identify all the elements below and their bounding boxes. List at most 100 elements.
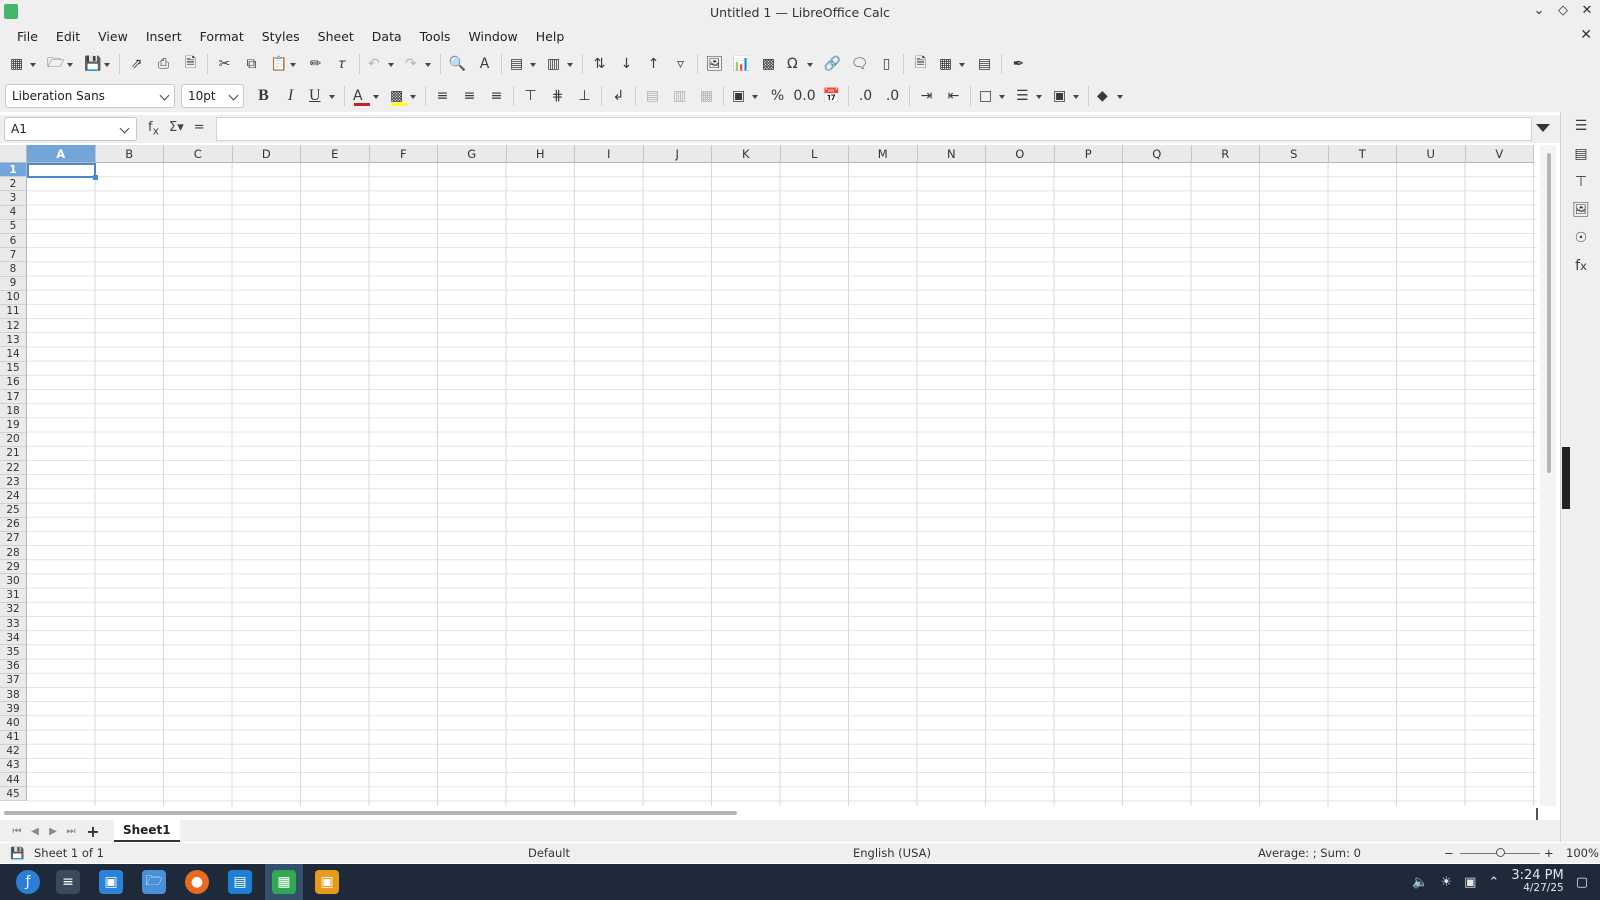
menu-insert[interactable]: Insert: [137, 29, 191, 44]
column-header-c[interactable]: C: [164, 145, 233, 163]
column-header-k[interactable]: K: [712, 145, 781, 163]
row-header-13[interactable]: 13: [0, 333, 27, 348]
font-name-box[interactable]: Liberation Sans: [5, 84, 175, 108]
increase-indent-icon[interactable]: ⇥: [913, 84, 940, 108]
zoom-in-icon[interactable]: +: [1544, 846, 1554, 860]
navigator-icon[interactable]: ☉: [1561, 224, 1600, 252]
row-header-8[interactable]: 8: [0, 262, 27, 277]
maximize-icon[interactable]: ◇: [1556, 3, 1570, 18]
copy-icon[interactable]: ⧉: [238, 52, 265, 76]
column-header-l[interactable]: L: [780, 145, 849, 163]
column-header-d[interactable]: D: [232, 145, 301, 163]
first-sheet-icon[interactable]: ⏮: [8, 826, 26, 837]
column-header-q[interactable]: Q: [1123, 145, 1192, 163]
spelling-icon[interactable]: A: [471, 52, 498, 76]
sort-icon[interactable]: ⇅: [586, 52, 613, 76]
horizontal-scrollbar[interactable]: [0, 806, 1540, 820]
merge-cells-icon[interactable]: ▥: [666, 84, 693, 108]
column-header-s[interactable]: S: [1260, 145, 1329, 163]
undo-icon[interactable]: ↶: [363, 52, 400, 76]
open-icon[interactable]: 🗁: [42, 52, 79, 76]
menu-tools[interactable]: Tools: [411, 29, 460, 44]
row-header-7[interactable]: 7: [0, 248, 27, 263]
save-icon[interactable]: 💾: [79, 52, 116, 76]
cell-area[interactable]: [27, 163, 1537, 806]
sort-descending-icon[interactable]: ↑: [640, 52, 667, 76]
column-header-j[interactable]: J: [643, 145, 712, 163]
zoom-out-icon[interactable]: −: [1444, 846, 1454, 860]
add-decimal-icon[interactable]: .0: [852, 84, 879, 108]
export-pdf-icon[interactable]: ⇗: [123, 52, 150, 76]
row-header-40[interactable]: 40: [0, 716, 27, 731]
row-header-16[interactable]: 16: [0, 375, 27, 390]
column-header-a[interactable]: A: [27, 145, 96, 163]
row-header-4[interactable]: 4: [0, 205, 27, 220]
row-header-9[interactable]: 9: [0, 276, 27, 291]
column-header-u[interactable]: U: [1397, 145, 1466, 163]
show-draw-functions-icon[interactable]: ✒: [1005, 52, 1032, 76]
column-header-g[interactable]: G: [438, 145, 507, 163]
row-header-10[interactable]: 10: [0, 290, 27, 305]
new-spreadsheet-icon[interactable]: ▦: [5, 52, 42, 76]
row-header-26[interactable]: 26: [0, 517, 27, 532]
row-header-42[interactable]: 42: [0, 744, 27, 759]
row-header-25[interactable]: 25: [0, 503, 27, 518]
menu-edit[interactable]: Edit: [47, 29, 89, 44]
menu-help[interactable]: Help: [527, 29, 574, 44]
row-header-45[interactable]: 45: [0, 787, 27, 802]
hyperlink-icon[interactable]: 🔗: [819, 52, 846, 76]
column-header-i[interactable]: I: [575, 145, 644, 163]
row-header-18[interactable]: 18: [0, 404, 27, 419]
menu-view[interactable]: View: [89, 29, 137, 44]
settings-icon[interactable]: ≡: [56, 870, 80, 894]
headers-footers-icon[interactable]: ▯: [873, 52, 900, 76]
align-left-icon[interactable]: ≡: [429, 84, 456, 108]
row-header-23[interactable]: 23: [0, 475, 27, 490]
align-bottom-icon[interactable]: ⊥: [571, 84, 598, 108]
row-header-33[interactable]: 33: [0, 617, 27, 632]
tab-bar-resize-handle[interactable]: [1536, 808, 1538, 820]
firefox-icon[interactable]: ●: [185, 870, 209, 894]
center-vertically-icon[interactable]: ⋕: [544, 84, 571, 108]
sheet-tab-sheet1[interactable]: Sheet1: [114, 820, 180, 842]
column-icon[interactable]: ▥: [542, 52, 579, 76]
menu-data[interactable]: Data: [363, 29, 411, 44]
border-color-icon[interactable]: ▣: [1048, 84, 1085, 108]
align-top-icon[interactable]: ⊤: [517, 84, 544, 108]
align-right-icon[interactable]: ≡: [483, 84, 510, 108]
row-header-12[interactable]: 12: [0, 319, 27, 334]
row-header-21[interactable]: 21: [0, 446, 27, 461]
currency-format-icon[interactable]: ▣: [727, 84, 764, 108]
paste-icon[interactable]: 📋: [265, 52, 302, 76]
row-header-6[interactable]: 6: [0, 233, 27, 249]
row-header-28[interactable]: 28: [0, 546, 27, 561]
language[interactable]: English (USA): [853, 846, 931, 860]
column-header-e[interactable]: E: [301, 145, 370, 163]
brightness-icon[interactable]: ☀: [1440, 875, 1452, 890]
percent-format-icon[interactable]: %: [764, 84, 791, 108]
wrap-text-icon[interactable]: ↲: [605, 84, 632, 108]
insert-chart-icon[interactable]: 📊: [728, 52, 755, 76]
autofilter-icon[interactable]: ▿: [667, 52, 694, 76]
redo-icon[interactable]: ↷: [400, 52, 437, 76]
number-format-icon[interactable]: 0.0: [791, 84, 818, 108]
selection-stats[interactable]: Average: ; Sum: 0: [1258, 846, 1361, 860]
calc-icon[interactable]: ▦: [272, 870, 296, 894]
gallery-icon[interactable]: 🖼: [1561, 196, 1600, 224]
row-header-32[interactable]: 32: [0, 602, 27, 617]
underline-icon[interactable]: U: [304, 84, 341, 108]
tray-expand-icon[interactable]: ⌃: [1488, 875, 1499, 890]
file-manager-icon[interactable]: 🗁: [142, 870, 166, 894]
row-header-44[interactable]: 44: [0, 773, 27, 788]
row-header-31[interactable]: 31: [0, 588, 27, 603]
row-header-22[interactable]: 22: [0, 460, 27, 476]
menu-format[interactable]: Format: [191, 29, 253, 44]
select-all-corner[interactable]: [0, 145, 27, 163]
row-header-19[interactable]: 19: [0, 418, 27, 433]
vertical-scroll-thumb[interactable]: [1547, 153, 1551, 473]
align-center-icon[interactable]: ≡: [456, 84, 483, 108]
freeze-rows-columns-icon[interactable]: ▦: [934, 52, 971, 76]
column-header-r[interactable]: R: [1191, 145, 1260, 163]
define-print-area-icon[interactable]: 🗎: [907, 52, 934, 76]
comment-icon[interactable]: 🗨: [846, 52, 873, 76]
